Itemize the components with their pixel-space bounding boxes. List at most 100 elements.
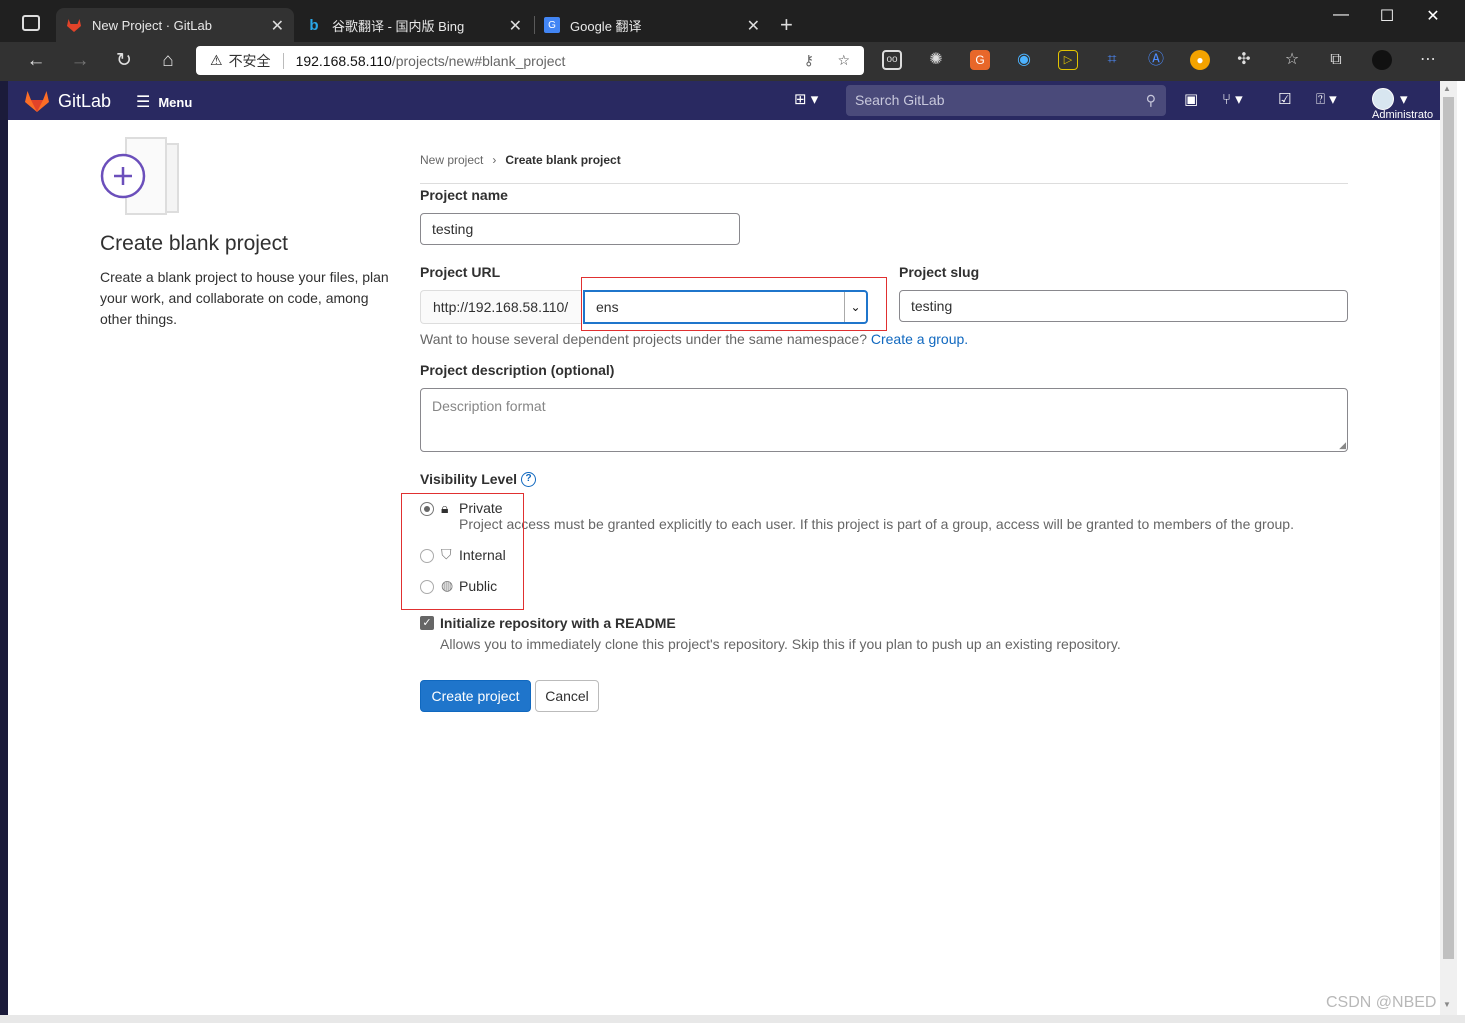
security-label[interactable]: 不安全 [229,51,271,71]
breadcrumb-parent[interactable]: New project [420,153,483,167]
collections-icon[interactable]: ⧉ [1326,50,1346,70]
readme-help: Allows you to immediately clone this pro… [440,636,1121,652]
url-prefix: http://192.168.58.110/ [420,290,582,324]
url-prefix-text: http://192.168.58.110/ [433,299,569,315]
readme-checkbox[interactable]: ✓ [420,616,434,630]
namespace-help-text: Want to house several dependent projects… [420,331,867,347]
close-icon[interactable]: ✕ [509,16,522,36]
favorites-icon[interactable]: ☆ [1282,50,1302,70]
translate-icon[interactable]: G [970,50,990,70]
key-icon[interactable]: ⚷ [804,52,814,69]
browser-tab-bar: New Project · GitLab ✕ b 谷歌翻译 - 国内版 Bing… [0,0,1465,42]
readme-label[interactable]: Initialize repository with a README [440,615,676,631]
crop-icon[interactable]: ⌗ [1102,50,1122,70]
settings-spider-icon[interactable]: ✺ [926,50,946,70]
tab-title: New Project · GitLab [92,17,212,33]
todos-icon[interactable]: ☑ [1278,90,1291,108]
minimize-icon[interactable]: — [1326,6,1356,24]
visibility-label: Visibility Level ? [420,471,537,487]
warning-icon[interactable]: ⚠ [210,52,223,69]
chevron-down-icon[interactable]: ▾ [1400,90,1408,108]
scroll-down-icon[interactable]: ▼ [1443,1000,1451,1009]
issues-icon[interactable]: ▣ [1184,90,1198,108]
project-slug-label: Project slug [899,264,980,280]
user-avatar[interactable] [1372,88,1394,110]
a-icon[interactable]: Ⓐ [1146,50,1166,70]
puzzle-icon[interactable]: ✣ [1234,50,1254,70]
project-slug-input[interactable]: testing [899,290,1348,322]
breadcrumb-divider [420,183,1348,184]
breadcrumb-current[interactable]: Create blank project [505,153,620,167]
close-icon[interactable]: ✕ [271,16,284,36]
brand-name: GitLab [58,90,112,111]
more-icon[interactable]: ⋯ [1418,50,1438,70]
new-tab-button[interactable]: + [780,12,793,38]
annotation-box-namespace [581,277,887,331]
question-circle-icon[interactable]: ? [521,471,537,487]
tab-gitlab[interactable]: New Project · GitLab ✕ [56,8,294,42]
annotation-box-visibility [401,493,524,610]
hamburger-icon: ☰ [136,94,151,111]
forward-icon[interactable]: → [68,50,92,72]
tab-actions-icon[interactable] [22,15,40,31]
menu-label: Menu [158,94,193,110]
google-translate-favicon-icon: G [544,17,560,33]
desktop-bottom [0,1015,1465,1023]
description-label: Project description (optional) [420,362,615,378]
visibility-private-help: Project access must be granted explicitl… [459,516,1294,532]
maximize-icon[interactable]: ☐ [1372,6,1402,26]
desktop-edge [0,81,8,1023]
project-name-label: Project name [420,187,508,203]
address-bar[interactable]: ⚠ 不安全 192.168.58.110/projects/new#blank_… [196,46,864,75]
gitlab-logo[interactable]: GitLab [24,89,111,113]
reader-icon[interactable]: oo [882,50,902,70]
gitlab-top-nav: GitLab ☰ Menu ⊞ ▾ Search GitLab ⚲ ▣ ⑂ ▾ … [8,81,1440,121]
project-name-input[interactable]: testing [420,213,740,245]
add-favorite-icon[interactable]: ☆ [837,52,850,69]
gitlab-tanuki-icon [25,91,49,112]
tab-bing[interactable]: b 谷歌翻译 - 国内版 Bing ✕ [296,8,532,42]
merge-requests-icon[interactable]: ⑂ ▾ [1222,90,1243,108]
create-group-link[interactable]: Create a group. [871,331,968,347]
tab-title: 谷歌翻译 - 国内版 Bing [332,18,465,34]
create-project-button[interactable]: Create project [420,680,531,712]
bing-favicon-icon: b [309,16,319,34]
search-input[interactable]: Search GitLab ⚲ [846,85,1166,116]
refresh-icon[interactable]: ↻ [112,50,136,72]
scrollbar-thumb[interactable] [1443,97,1454,959]
window-close-icon[interactable]: ✕ [1418,6,1448,26]
new-dropdown-icon[interactable]: ⊞ ▾ [794,90,818,108]
cancel-button[interactable]: Cancel [535,680,599,712]
breadcrumb: New project › Create blank project [420,153,621,167]
resize-handle-icon[interactable]: ◢ [1339,440,1346,451]
namespace-help: Want to house several dependent projects… [420,331,968,347]
shield-icon[interactable]: ● [1190,50,1210,70]
close-icon[interactable]: ✕ [747,16,760,36]
description-placeholder: Description format [432,398,546,414]
home-icon[interactable]: ⌂ [156,50,180,72]
url-divider [282,52,284,69]
scroll-up-icon[interactable]: ▲ [1443,84,1451,93]
url-host: 192.168.58.110 [295,52,392,69]
sidebar-title: Create blank project [100,232,288,255]
breadcrumb-separator: › [492,153,497,167]
project-slug-value: testing [911,298,953,314]
description-textarea[interactable]: Description format ◢ [420,388,1348,452]
profile-avatar[interactable] [1372,50,1392,70]
back-icon[interactable]: ← [24,50,48,72]
sync-icon[interactable]: ◉ [1014,50,1034,70]
terminal-icon[interactable]: ▷ [1058,50,1078,70]
menu-button[interactable]: ☰ Menu [136,92,192,112]
visibility-label-text: Visibility Level [420,471,518,487]
sidebar-description: Create a blank project to house your fil… [100,269,389,327]
blank-project-illustration [100,136,182,216]
help-icon[interactable]: ⍰ ▾ [1316,90,1337,108]
watermark: CSDN @NBED [1326,994,1437,1011]
tab-google-translate[interactable]: G Google 翻译 ✕ [534,8,770,42]
project-name-value: testing [432,221,474,237]
tab-title: Google 翻译 [570,18,642,34]
url-path: /projects/new#blank_project [391,52,566,69]
gitlab-favicon-icon [66,17,82,33]
search-icon: ⚲ [1145,92,1156,108]
project-url-label: Project URL [420,264,501,280]
